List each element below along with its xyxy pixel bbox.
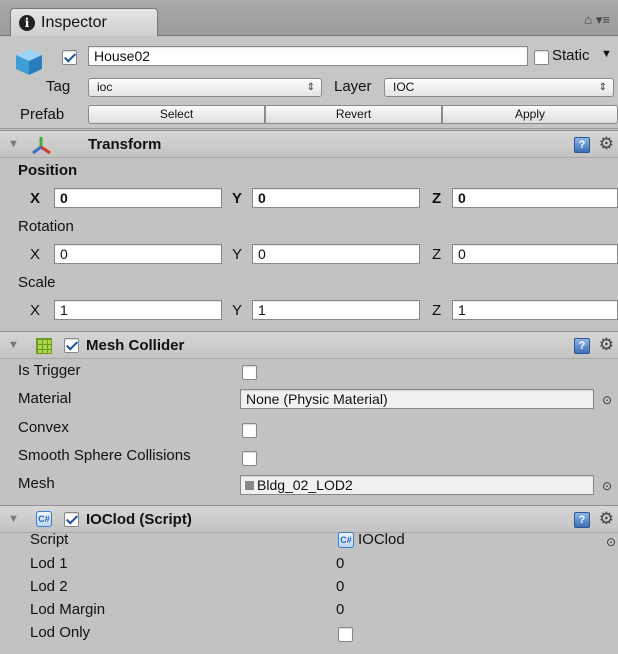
mesh-collider-enabled-checkbox[interactable] bbox=[64, 338, 79, 353]
mesh-collider-icon bbox=[36, 338, 52, 354]
scale-label: Scale bbox=[18, 274, 56, 291]
lod-only-checkbox[interactable] bbox=[338, 627, 353, 642]
prefab-revert-button[interactable]: Revert bbox=[265, 105, 442, 124]
scale-x-field[interactable]: 1 bbox=[54, 300, 222, 320]
help-icon[interactable]: ? bbox=[574, 512, 590, 528]
object-name-field[interactable]: House02 bbox=[88, 46, 528, 66]
scale-z-field[interactable]: 1 bbox=[452, 300, 618, 320]
help-icon[interactable]: ? bbox=[574, 338, 590, 354]
smooth-sphere-collisions-checkbox[interactable] bbox=[242, 451, 257, 466]
help-icon[interactable]: ? bbox=[574, 137, 590, 153]
rotation-x-field[interactable]: 0 bbox=[54, 244, 222, 264]
gameobject-cube-icon bbox=[16, 49, 42, 75]
lod-margin-value[interactable]: 0 bbox=[336, 601, 344, 618]
static-dropdown-icon[interactable]: ▼ bbox=[601, 48, 612, 60]
position-z-field[interactable]: 0 bbox=[452, 188, 618, 208]
rotation-y-field[interactable]: 0 bbox=[252, 244, 420, 264]
rotation-z-field[interactable]: 0 bbox=[452, 244, 618, 264]
layer-label: Layer bbox=[334, 78, 372, 95]
prefab-label: Prefab bbox=[20, 106, 65, 123]
object-header: House02 Static ▼ Tag ioc ⇕ Layer IOC ⇕ Pre… bbox=[0, 37, 618, 129]
mesh-field[interactable]: Bldg_02_LOD2 bbox=[240, 475, 594, 495]
script-value[interactable]: IOClod bbox=[358, 531, 405, 548]
tag-dropdown[interactable]: ioc ⇕ bbox=[88, 78, 322, 97]
gear-icon[interactable]: ⚙ bbox=[599, 335, 614, 355]
tab-menu-icon[interactable]: ⌂ ▾≡ bbox=[584, 12, 610, 28]
tag-value: ioc bbox=[97, 80, 113, 94]
ioclod-enabled-checkbox[interactable] bbox=[64, 512, 79, 527]
tab-bar: i Inspector ⌂ ▾≡ bbox=[0, 0, 618, 36]
object-picker-icon[interactable]: ⊙ bbox=[602, 479, 612, 493]
gear-icon[interactable]: ⚙ bbox=[599, 509, 614, 529]
mesh-collider-header[interactable]: ▼ Mesh Collider ? ⚙ bbox=[0, 331, 618, 359]
is-trigger-checkbox[interactable] bbox=[242, 365, 257, 380]
lod1-label: Lod 1 bbox=[30, 555, 68, 572]
mesh-label: Mesh bbox=[18, 475, 55, 492]
ioclod-title: IOClod (Script) bbox=[86, 511, 192, 528]
is-trigger-label: Is Trigger bbox=[18, 362, 81, 379]
mesh-asset-icon bbox=[245, 481, 254, 490]
rotation-z-label[interactable]: Z bbox=[432, 246, 441, 263]
rotation-x-label[interactable]: X bbox=[30, 246, 40, 263]
smooth-sphere-collisions-label: Smooth Sphere Collisions bbox=[18, 447, 191, 464]
mesh-value: Bldg_02_LOD2 bbox=[257, 477, 353, 493]
rotation-y-label[interactable]: Y bbox=[232, 246, 242, 263]
position-y-field[interactable]: 0 bbox=[252, 188, 420, 208]
csharp-script-icon: C# bbox=[36, 511, 52, 527]
transform-axes-icon bbox=[32, 137, 51, 155]
object-picker-icon[interactable]: ⊙ bbox=[606, 535, 616, 549]
transform-title: Transform bbox=[88, 136, 162, 153]
convex-checkbox[interactable] bbox=[242, 423, 257, 438]
position-x-label[interactable]: X bbox=[30, 190, 40, 207]
script-label: Script bbox=[30, 531, 69, 548]
foldout-arrow-icon[interactable]: ▼ bbox=[8, 513, 19, 525]
foldout-arrow-icon[interactable]: ▼ bbox=[8, 339, 19, 351]
prefab-select-button[interactable]: Select bbox=[88, 105, 265, 124]
object-picker-icon[interactable]: ⊙ bbox=[602, 393, 612, 407]
prefab-apply-button[interactable]: Apply bbox=[442, 105, 618, 124]
scale-y-field[interactable]: 1 bbox=[252, 300, 420, 320]
scale-z-label[interactable]: Z bbox=[432, 302, 441, 319]
static-label: Static bbox=[552, 47, 590, 64]
rotation-label: Rotation bbox=[18, 218, 74, 235]
foldout-arrow-icon[interactable]: ▼ bbox=[8, 138, 19, 150]
gear-icon[interactable]: ⚙ bbox=[599, 134, 614, 154]
active-checkbox[interactable] bbox=[62, 50, 77, 65]
tab-label: Inspector bbox=[41, 14, 107, 31]
position-z-label[interactable]: Z bbox=[432, 190, 441, 207]
lod-margin-label: Lod Margin bbox=[30, 601, 106, 618]
scale-y-label[interactable]: Y bbox=[232, 302, 242, 319]
scale-x-label[interactable]: X bbox=[30, 302, 40, 319]
updown-icon: ⇕ bbox=[306, 82, 315, 93]
position-label: Position bbox=[18, 162, 78, 179]
material-label: Material bbox=[18, 390, 72, 407]
lod-only-label: Lod Only bbox=[30, 624, 91, 641]
ioclod-script-header[interactable]: ▼ C# IOClod (Script) ? ⚙ bbox=[0, 505, 618, 533]
lod2-value[interactable]: 0 bbox=[336, 578, 344, 595]
mesh-collider-title: Mesh Collider bbox=[86, 337, 185, 354]
tag-label: Tag bbox=[46, 78, 71, 95]
layer-dropdown[interactable]: IOC ⇕ bbox=[384, 78, 614, 97]
lod1-value[interactable]: 0 bbox=[336, 555, 344, 572]
static-checkbox[interactable] bbox=[534, 50, 549, 65]
lod2-label: Lod 2 bbox=[30, 578, 68, 595]
layer-value: IOC bbox=[393, 80, 415, 94]
position-y-label[interactable]: Y bbox=[232, 190, 242, 207]
convex-label: Convex bbox=[18, 419, 69, 436]
info-icon: i bbox=[19, 15, 35, 31]
updown-icon: ⇕ bbox=[598, 82, 607, 93]
transform-header[interactable]: ▼ Transform ? ⚙ bbox=[0, 130, 618, 158]
tab-inspector[interactable]: i Inspector bbox=[10, 8, 158, 36]
position-x-field[interactable]: 0 bbox=[54, 188, 222, 208]
material-field[interactable]: None (Physic Material) bbox=[240, 389, 594, 409]
csharp-script-icon: C# bbox=[338, 532, 354, 548]
